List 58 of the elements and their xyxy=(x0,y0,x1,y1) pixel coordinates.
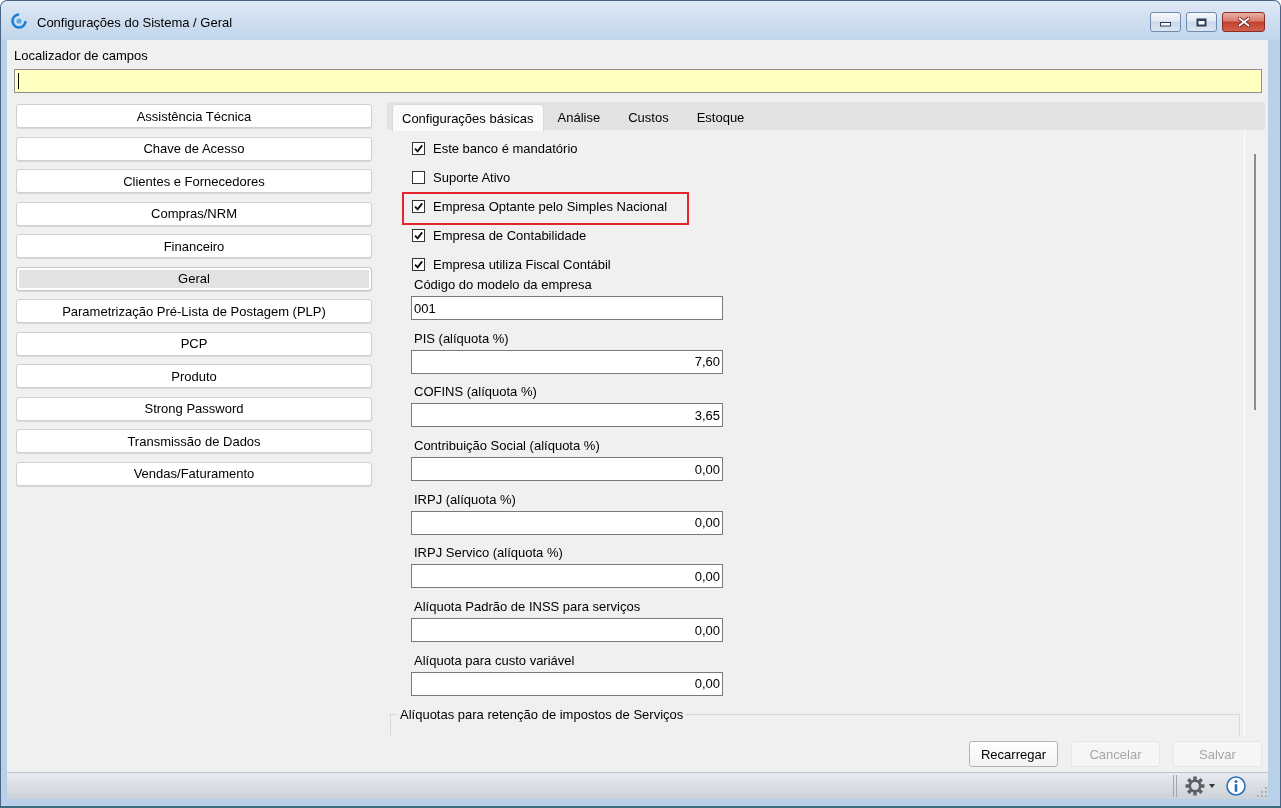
sidebar-button[interactable]: Transmissão de Dados xyxy=(16,429,372,453)
checkbox-label: Suporte Ativo xyxy=(433,169,511,186)
checkbox-label: Empresa utiliza Fiscal Contábil xyxy=(433,256,611,273)
sidebar-button[interactable]: PCP xyxy=(16,331,372,356)
field-label: PIS (alíquota %) xyxy=(413,330,510,347)
scrollbar-thumb[interactable] xyxy=(1254,154,1256,410)
field-label: Alíquota Padrão de INSS para serviços xyxy=(413,599,642,616)
sidebar-button[interactable]: Compras/NRM xyxy=(16,201,372,226)
field-label: Contribuição Social (alíquota %) xyxy=(413,438,601,455)
field-label: Localizador de campos xyxy=(14,48,149,63)
input-field[interactable]: 3,65 xyxy=(411,403,723,428)
sidebar-button[interactable]: Geral xyxy=(16,266,372,291)
input-field[interactable]: 7,60 xyxy=(411,349,723,374)
resize-grip[interactable] xyxy=(1256,786,1268,798)
sidebar-button[interactable]: Vendas/Faturamento xyxy=(16,461,372,486)
caret-icon[interactable] xyxy=(1209,784,1215,788)
sidebar-button[interactable]: Strong Password xyxy=(16,396,372,421)
group-box-title: Alíquotas para retenção de impostos de Serviços xyxy=(399,706,685,723)
sidebar-button[interactable]: Chave de Acesso xyxy=(16,136,372,161)
input-field[interactable]: 0,00 xyxy=(411,510,723,535)
sidebar-button[interactable]: Produto xyxy=(16,364,372,388)
maximize-icon xyxy=(1196,17,1207,27)
input-field[interactable]: 0,00 xyxy=(411,671,723,696)
sidebar-button[interactable]: Parametrização Pré-Lista de Postagem (PLP) xyxy=(16,299,372,323)
sidebar-button[interactable]: Assistência Técnica xyxy=(16,104,372,128)
checkbox[interactable] xyxy=(412,171,425,184)
checkbox[interactable] xyxy=(412,229,425,242)
checkbox-label: Este banco é mandatório xyxy=(433,140,578,157)
action-button[interactable]: Recarregar xyxy=(969,741,1058,767)
settings-icon[interactable] xyxy=(1185,776,1205,796)
tab[interactable]: Configurações básicas xyxy=(392,104,544,131)
input-field[interactable]: 001 xyxy=(411,296,723,320)
minimize-button[interactable] xyxy=(1150,12,1181,32)
window-title: Configurações do Sistema / Geral xyxy=(37,15,233,31)
sidebar-button[interactable]: Clientes e Fornecedores xyxy=(16,169,372,193)
field-label: COFINS (alíquota %) xyxy=(413,384,538,401)
input-field[interactable]: 0,00 xyxy=(411,618,723,643)
sidebar-button[interactable]: Financeiro xyxy=(16,234,372,258)
tab[interactable]: Análise xyxy=(543,104,615,130)
info-icon[interactable] xyxy=(1226,776,1246,796)
field-label: Código do modelo da empresa xyxy=(413,277,593,293)
field-label: Alíquota para custo variável xyxy=(413,652,576,669)
close-button[interactable] xyxy=(1222,12,1265,32)
checkbox[interactable] xyxy=(412,258,425,271)
input-field[interactable]: 0,00 xyxy=(411,564,723,589)
app-icon xyxy=(10,12,28,30)
field-label: IRPJ (alíquota %) xyxy=(413,491,517,508)
tab[interactable]: Custos xyxy=(614,104,683,130)
maximize-button[interactable] xyxy=(1186,12,1217,32)
field-locator-input[interactable] xyxy=(14,69,1262,93)
checkbox[interactable] xyxy=(412,200,425,213)
checkbox-label: Empresa de Contabilidade xyxy=(433,227,587,244)
checkbox-label: Empresa Optante pelo Simples Nacional xyxy=(433,198,668,215)
checkbox[interactable] xyxy=(412,142,425,155)
tab[interactable]: Estoque xyxy=(682,104,759,130)
close-icon xyxy=(1237,17,1250,27)
input-field[interactable]: 0,00 xyxy=(411,457,723,482)
field-label: IRPJ Servico (alíquota %) xyxy=(413,545,564,562)
